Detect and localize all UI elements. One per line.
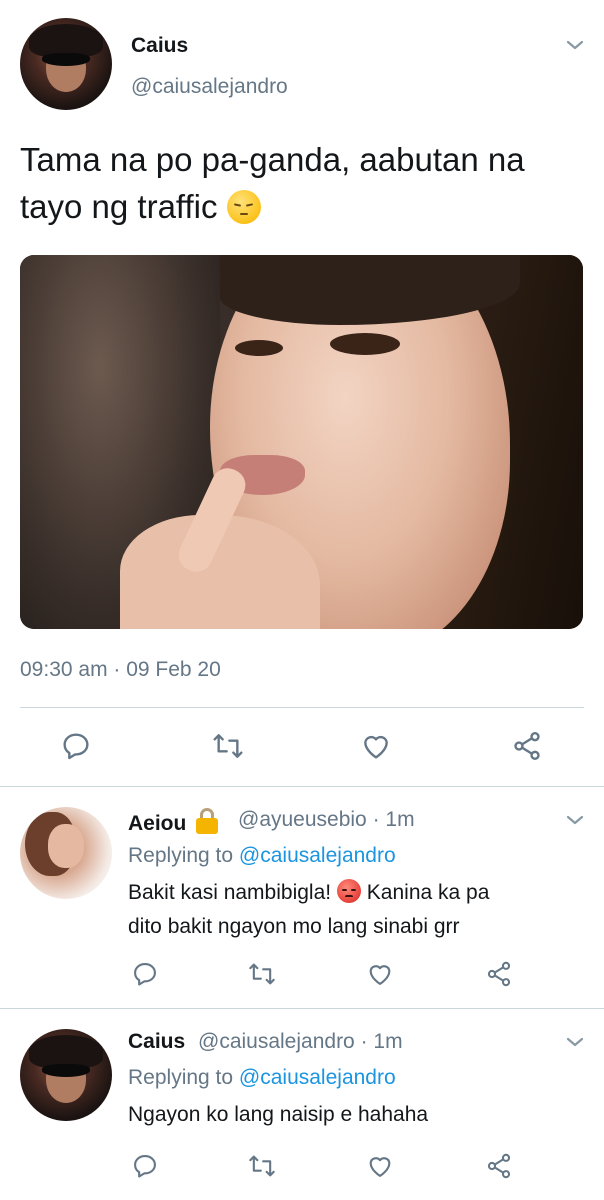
retweet-button[interactable] [245,959,279,989]
replying-label: Replying to [128,844,234,867]
divider [20,707,584,708]
reply-text: Bakit kasi nambibigla! Kanina ka pa dito… [128,876,568,944]
reply-text-part2: Kanina ka pa [366,881,490,904]
reply-author-name[interactable]: Aeiou [128,808,219,836]
reply-author-name-text: Aeiou [128,812,187,835]
replying-label: Replying to [128,1066,234,1089]
lock-icon [196,808,219,834]
reply-button[interactable] [130,1151,160,1181]
pensive-face-icon [226,190,261,224]
tweet-photo[interactable] [20,255,583,629]
retweet-button[interactable] [245,1151,279,1181]
reply-tweet[interactable]: Caius @caiusalejandro · 1m Replying to @… [0,1009,604,1200]
author-handle[interactable]: @caiusalejandro [131,75,288,99]
share-button[interactable] [484,959,514,989]
reply-time[interactable]: · 1m [373,808,415,831]
replying-to: Replying to @caiusalejandro [128,1066,396,1090]
reply-icon [134,963,156,986]
reply-meta: @ayueusebio · 1m [238,808,415,832]
tweet-text-line2: tayo ng traffic [20,188,218,225]
reply-text: Ngayon ko lang naisip e hahaha [128,1103,429,1126]
share-icon [514,732,540,760]
tweet-text-line2-wrap: tayo ng traffic [20,183,590,230]
like-button[interactable] [365,1151,395,1181]
heart-icon [369,965,391,985]
chevron-down-icon[interactable] [565,1035,585,1049]
replying-to: Replying to @caiusalejandro [128,844,396,868]
replying-mention-link[interactable]: @caiusalejandro [239,844,396,867]
heart-icon [364,735,388,759]
reply-author-name[interactable]: Caius [128,1030,185,1054]
author-avatar[interactable] [20,18,112,110]
reply-tweet[interactable]: Aeiou @ayueusebio · 1m Replying to @caiu… [0,787,604,1009]
tweet-text-line1: Tama na po pa-ganda, aabutan na [20,141,525,178]
share-button[interactable] [484,1151,514,1181]
retweet-icon [213,734,243,758]
chevron-down-icon[interactable] [565,38,585,52]
like-button[interactable] [365,959,395,989]
reply-meta: @caiusalejandro · 1m [198,1030,403,1054]
share-icon [487,961,511,987]
share-icon [487,1153,511,1179]
tweet-timestamp[interactable]: 09:30 am · 09 Feb 20 [20,658,221,682]
like-button[interactable] [358,728,394,764]
author-name[interactable]: Caius [131,34,188,58]
chevron-down-icon[interactable] [565,813,585,827]
main-tweet: Caius @caiusalejandro Tama na po pa-gand… [0,0,604,786]
retweet-icon [249,1155,275,1177]
reply-icon [63,733,89,760]
reply-author-handle[interactable]: @ayueusebio [238,808,367,831]
reply-button[interactable] [130,959,160,989]
reply-author-handle[interactable]: @caiusalejandro [198,1030,355,1053]
retweet-button[interactable] [208,728,248,764]
reply-button[interactable] [58,728,94,764]
reply-author-avatar[interactable] [20,807,112,899]
reply-text-part1: Bakit kasi nambibigla! [128,881,332,904]
angry-face-icon [336,879,361,903]
reply-time[interactable]: · 1m [361,1030,403,1053]
reply-author-avatar[interactable] [20,1029,112,1121]
heart-icon [369,1157,391,1177]
reply-icon [134,1155,156,1178]
replying-mention-link[interactable]: @caiusalejandro [239,1066,396,1089]
tweet-text: Tama na po pa-ganda, aabutan na tayo ng … [20,136,590,230]
share-button[interactable] [509,728,545,764]
reply-text-line2: dito bakit ngayon mo lang sinabi grr [128,915,460,938]
retweet-icon [249,963,275,985]
